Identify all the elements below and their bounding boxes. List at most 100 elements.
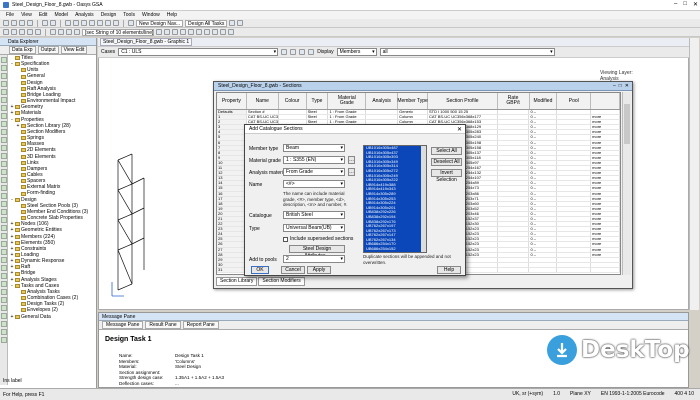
table-cell[interactable]: more <box>591 232 620 237</box>
table-cell[interactable] <box>557 222 592 227</box>
column-header[interactable]: Property <box>217 93 247 109</box>
table-cell[interactable] <box>557 196 592 201</box>
table-cell[interactable]: more <box>591 135 620 140</box>
table-cell[interactable] <box>591 110 620 115</box>
table-cell[interactable]: more <box>591 252 620 257</box>
label-icon[interactable] <box>74 29 80 35</box>
column-header[interactable]: Material Grade <box>328 93 367 109</box>
table-cell[interactable]: 0 – <box>529 201 558 206</box>
table-cell[interactable]: more <box>591 145 620 150</box>
table-cell[interactable]: CAT BS-UC UC356x368x177 <box>428 115 498 120</box>
menu-analysis[interactable]: Analysis <box>75 12 94 18</box>
cancel-button[interactable]: Cancel <box>281 266 305 274</box>
design-icon[interactable] <box>128 20 134 26</box>
menu-design[interactable]: Design <box>101 12 117 18</box>
table-cell[interactable]: 0 – <box>529 110 558 115</box>
undo-icon[interactable] <box>42 20 48 26</box>
table-cell[interactable] <box>498 201 530 206</box>
table-cell[interactable]: 0 – <box>529 227 558 232</box>
table-cell[interactable] <box>529 257 558 262</box>
table-cell[interactable]: 0 – <box>529 125 558 130</box>
tool-icon[interactable] <box>1 153 7 159</box>
table-cell[interactable] <box>557 211 592 216</box>
table-cell[interactable]: 29 <box>217 257 247 262</box>
table-cell[interactable] <box>498 237 530 242</box>
table-cell[interactable]: 0 – <box>529 196 558 201</box>
report-icon[interactable] <box>229 20 236 26</box>
table-cell[interactable] <box>498 262 530 267</box>
table-cell[interactable]: more <box>591 196 620 201</box>
table-cell[interactable]: more <box>591 155 620 160</box>
deform-icon[interactable] <box>188 29 194 35</box>
table-cell[interactable]: 28 <box>217 252 247 257</box>
table-cell[interactable]: Generic <box>398 110 428 115</box>
minimize-icon[interactable]: – <box>613 83 616 89</box>
tool-icon[interactable] <box>1 81 7 87</box>
table-cell[interactable]: 0 – <box>529 206 558 211</box>
table-cell[interactable] <box>498 140 530 145</box>
table-cell[interactable] <box>498 211 530 216</box>
tool-icon[interactable] <box>1 257 7 263</box>
filter-icon[interactable] <box>156 29 162 35</box>
tool-icon[interactable] <box>1 265 7 271</box>
table-cell[interactable] <box>557 237 592 242</box>
table-cell[interactable]: more <box>591 186 620 191</box>
column-header[interactable]: Pool <box>557 93 592 109</box>
catalogue-select[interactable]: British Steel <box>283 211 345 219</box>
tab-data-explorer[interactable]: Data Exp <box>9 46 36 54</box>
menu-model[interactable]: Model <box>54 12 68 18</box>
table-cell[interactable]: more <box>591 206 620 211</box>
table-cell[interactable]: more <box>591 140 620 145</box>
save-icon[interactable] <box>19 20 25 26</box>
column-header[interactable]: Modified <box>530 93 558 109</box>
gear-icon[interactable] <box>97 20 103 26</box>
tool-icon[interactable] <box>1 97 7 103</box>
table-cell[interactable]: 0 – <box>529 247 558 252</box>
expander-icon[interactable]: + <box>10 314 14 320</box>
grade-more-button[interactable]: … <box>348 156 355 164</box>
column-header[interactable]: Type <box>307 93 329 109</box>
table-cell[interactable]: 10 <box>217 160 247 166</box>
table-cell[interactable] <box>366 110 399 115</box>
table-cell[interactable] <box>498 150 530 155</box>
checkbox-icon[interactable] <box>283 236 288 242</box>
tool-icon[interactable] <box>1 233 7 239</box>
table-cell[interactable]: 27 <box>217 247 247 252</box>
column-header[interactable] <box>591 93 620 109</box>
table-cell[interactable] <box>557 171 592 176</box>
print-icon[interactable] <box>27 20 33 26</box>
tool-icon[interactable] <box>1 305 7 311</box>
table-cell[interactable] <box>498 145 530 150</box>
table-cell[interactable]: 13 <box>217 176 247 181</box>
table-cell[interactable] <box>498 125 530 130</box>
table-cell[interactable]: 23 <box>217 227 247 232</box>
grid-icon[interactable] <box>220 29 226 35</box>
table-cell[interactable] <box>557 216 592 222</box>
table-cell[interactable]: 14 <box>217 181 247 186</box>
table-cell[interactable]: Column <box>398 115 428 120</box>
member-icon[interactable] <box>66 29 72 35</box>
prev-case-icon[interactable] <box>281 49 288 55</box>
select-all-button[interactable]: Select All <box>431 147 462 155</box>
table-cell[interactable]: more <box>591 237 620 242</box>
table-cell[interactable] <box>498 227 530 232</box>
table-cell[interactable] <box>498 257 530 262</box>
tree-item[interactable]: + General Data <box>10 314 96 320</box>
table-cell[interactable]: 21 <box>217 216 247 222</box>
table-cell[interactable]: more <box>591 125 620 130</box>
tool-icon[interactable] <box>1 161 7 167</box>
table-cell[interactable]: 4 <box>217 130 247 135</box>
section-icon[interactable] <box>164 29 170 35</box>
table-cell[interactable]: 2 <box>217 120 247 125</box>
table-cell[interactable]: 1 : From Grade <box>328 110 367 115</box>
grid-scrollbar[interactable] <box>622 92 631 275</box>
steel-design-attributes-button[interactable]: Steel Design Attributes... <box>289 245 345 259</box>
table-cell[interactable] <box>591 267 620 272</box>
table-cell[interactable] <box>591 262 620 267</box>
tab-output[interactable]: Output <box>37 46 59 54</box>
next-case-icon[interactable] <box>290 49 297 55</box>
table-cell[interactable] <box>498 110 530 115</box>
refresh-icon[interactable] <box>308 49 315 55</box>
table-cell[interactable]: Steel <box>307 110 329 115</box>
zoom-icon[interactable] <box>237 20 244 26</box>
